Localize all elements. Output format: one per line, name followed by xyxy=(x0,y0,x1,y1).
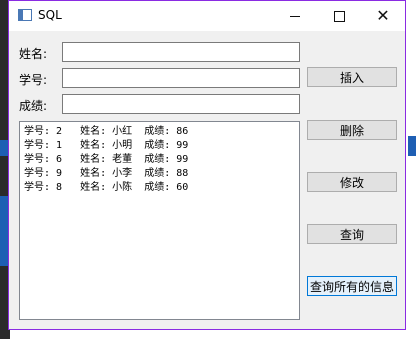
list-item[interactable]: 学号: 1 姓名: 小明 成绩: 99 xyxy=(24,139,295,153)
list-item[interactable]: 学号: 2 姓名: 小红 成绩: 86 xyxy=(24,125,295,139)
name-input[interactable] xyxy=(62,42,300,62)
sql-window: SQL ✕ 姓名: 学号: 成绩: 学号: 2 姓名: 小红 成绩: 86 学号… xyxy=(8,0,406,330)
modify-button[interactable]: 修改 xyxy=(307,172,397,192)
window-title: SQL xyxy=(38,8,62,22)
background-highlight xyxy=(408,136,416,156)
maximize-icon xyxy=(333,10,345,22)
window-app-icon xyxy=(18,9,32,21)
close-button[interactable]: ✕ xyxy=(361,1,405,31)
results-list[interactable]: 学号: 2 姓名: 小红 成绩: 86 学号: 1 姓名: 小明 成绩: 99 … xyxy=(19,121,300,320)
minimize-button[interactable] xyxy=(273,1,317,31)
score-input[interactable] xyxy=(62,94,300,114)
id-label: 学号: xyxy=(19,73,48,87)
query-all-button[interactable]: 查询所有的信息 xyxy=(307,276,397,296)
query-button[interactable]: 查询 xyxy=(307,224,397,244)
name-label: 姓名: xyxy=(19,47,48,61)
minimize-icon xyxy=(290,15,300,17)
maximize-button[interactable] xyxy=(317,1,361,31)
close-icon: ✕ xyxy=(376,6,390,25)
delete-button[interactable]: 删除 xyxy=(307,120,397,140)
list-item[interactable]: 学号: 6 姓名: 老董 成绩: 99 xyxy=(24,153,295,167)
score-label: 成绩: xyxy=(19,99,48,113)
list-item[interactable]: 学号: 8 姓名: 小陈 成绩: 60 xyxy=(24,181,295,195)
id-input[interactable] xyxy=(62,68,300,88)
insert-button[interactable]: 插入 xyxy=(307,67,397,87)
list-item[interactable]: 学号: 9 姓名: 小李 成绩: 88 xyxy=(24,167,295,181)
title-bar[interactable]: SQL ✕ xyxy=(9,1,405,31)
